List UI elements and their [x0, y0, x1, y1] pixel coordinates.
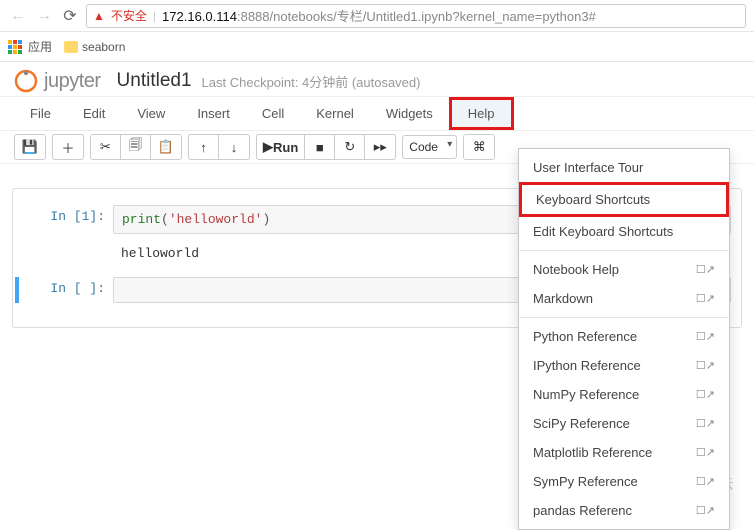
restart-run-all-button[interactable]: ▸▸ [365, 135, 395, 159]
help-python-ref[interactable]: Python Reference☐↗ [519, 322, 729, 351]
cell-prompt: In [1]: [23, 205, 113, 234]
help-ui-tour[interactable]: User Interface Tour [519, 153, 729, 182]
interrupt-button[interactable]: ■ [305, 135, 335, 159]
external-link-icon: ☐↗ [696, 263, 715, 276]
menu-divider [519, 250, 729, 251]
menu-insert[interactable]: Insert [181, 97, 246, 130]
apps-grid-icon [8, 40, 22, 54]
help-keyboard-shortcuts[interactable]: Keyboard Shortcuts [519, 182, 729, 217]
external-link-icon: ☐↗ [696, 417, 715, 430]
external-link-icon: ☐↗ [696, 359, 715, 372]
paste-button[interactable]: 📋 [151, 135, 181, 159]
cut-button[interactable]: ✂ [91, 135, 121, 159]
url-text: 172.16.0.114:8888/notebooks/专栏/Untitled1… [162, 6, 596, 25]
help-dropdown: User Interface Tour Keyboard Shortcuts E… [518, 148, 730, 530]
menu-edit[interactable]: Edit [67, 97, 121, 130]
external-link-icon: ☐↗ [696, 388, 715, 401]
menu-help[interactable]: Help [449, 97, 514, 130]
copy-button[interactable]: 🗐 [121, 135, 151, 159]
external-link-icon: ☐↗ [696, 292, 715, 305]
help-pandas-ref[interactable]: pandas Referenc☐↗ [519, 496, 729, 525]
jupyter-header: jupyter Untitled1 Last Checkpoint: 4分钟前 … [0, 62, 754, 96]
insecure-label: 不安全 [111, 7, 147, 24]
insecure-warning-icon: ▲ [93, 9, 105, 23]
help-scipy-ref[interactable]: SciPy Reference☐↗ [519, 409, 729, 438]
menu-bar: File Edit View Insert Cell Kernel Widget… [0, 96, 754, 130]
help-ipython-ref[interactable]: IPython Reference☐↗ [519, 351, 729, 380]
notebook-title[interactable]: Untitled1 [117, 70, 192, 92]
back-button[interactable]: ← [8, 6, 28, 26]
external-link-icon: ☐↗ [696, 475, 715, 488]
apps-button[interactable]: 应用 [8, 38, 52, 55]
folder-icon [64, 41, 78, 53]
external-link-icon: ☐↗ [696, 446, 715, 459]
menu-file[interactable]: File [14, 97, 67, 130]
move-up-button[interactable]: ↑ [189, 135, 219, 159]
jupyter-logo-icon [14, 69, 38, 93]
move-down-button[interactable]: ↓ [219, 135, 249, 159]
menu-divider [519, 317, 729, 318]
run-button[interactable]: ▶ Run [257, 135, 305, 159]
help-markdown[interactable]: Markdown☐↗ [519, 284, 729, 313]
checkpoint-status: Last Checkpoint: 4分钟前 (autosaved) [202, 72, 421, 91]
command-palette-button[interactable]: ⌘ [464, 135, 494, 159]
address-bar[interactable]: ▲ 不安全 | 172.16.0.114:8888/notebooks/专栏/U… [86, 4, 746, 28]
bookmark-bar: 应用 seaborn [0, 32, 754, 62]
menu-cell[interactable]: Cell [246, 97, 300, 130]
add-cell-button[interactable]: ＋ [53, 135, 83, 159]
menu-widgets[interactable]: Widgets [370, 97, 449, 130]
external-link-icon: ☐↗ [696, 330, 715, 343]
restart-button[interactable]: ↻ [335, 135, 365, 159]
reload-button[interactable]: ⟳ [60, 6, 80, 26]
menu-view[interactable]: View [121, 97, 181, 130]
browser-nav-bar: ← → ⟳ ▲ 不安全 | 172.16.0.114:8888/notebook… [0, 0, 754, 32]
help-edit-shortcuts[interactable]: Edit Keyboard Shortcuts [519, 217, 729, 246]
jupyter-logo[interactable]: jupyter [14, 69, 101, 93]
save-button[interactable]: 💾 [15, 135, 45, 159]
help-numpy-ref[interactable]: NumPy Reference☐↗ [519, 380, 729, 409]
help-matplotlib-ref[interactable]: Matplotlib Reference☐↗ [519, 438, 729, 467]
cell-prompt: In [ ]: [23, 277, 113, 303]
help-sympy-ref[interactable]: SymPy Reference☐↗ [519, 467, 729, 496]
cell-type-select[interactable]: Code [402, 135, 457, 159]
menu-kernel[interactable]: Kernel [300, 97, 370, 130]
bookmark-folder-seaborn[interactable]: seaborn [64, 40, 125, 54]
help-notebook[interactable]: Notebook Help☐↗ [519, 255, 729, 284]
forward-button[interactable]: → [34, 6, 54, 26]
